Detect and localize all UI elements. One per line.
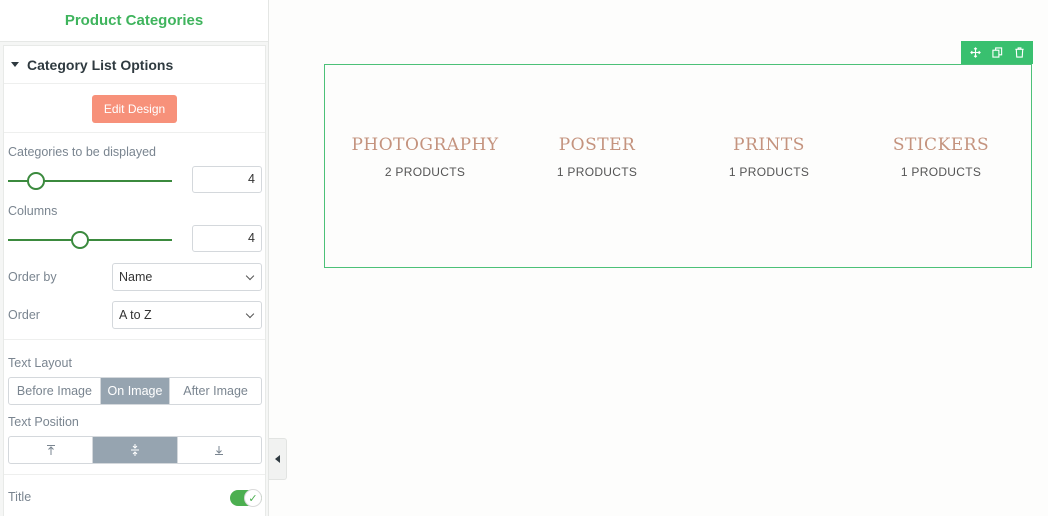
text-layout-before-image[interactable]: Before Image — [9, 378, 101, 404]
caret-left-icon — [275, 455, 280, 463]
section-title: Category List Options — [27, 56, 174, 73]
category-count: 2 PRODUCTS — [384, 165, 466, 179]
check-icon: ✓ — [244, 489, 262, 507]
text-layout-after-image[interactable]: After Image — [170, 378, 261, 404]
title-toggle-label: Title — [8, 490, 32, 504]
order-by-select[interactable]: Name — [112, 263, 262, 291]
top-align-icon — [46, 445, 55, 455]
text-layout-on-image[interactable]: On Image — [100, 378, 171, 404]
category-title: PRINTS — [733, 135, 805, 155]
category-item-prints[interactable]: PRINTS 1 PRODUCTS — [683, 135, 855, 179]
edit-design-button[interactable]: Edit Design — [92, 95, 177, 123]
chevron-down-icon — [245, 271, 255, 281]
columns-number-input[interactable]: 4 — [192, 225, 262, 252]
delete-button[interactable] — [1010, 44, 1028, 62]
categories-label: Categories to be displayed — [8, 145, 157, 159]
categories-number-input[interactable]: 4 — [192, 166, 262, 193]
text-position-bottom[interactable] — [178, 437, 261, 463]
category-title: STICKERS — [892, 135, 990, 155]
columns-slider-track[interactable] — [8, 239, 172, 241]
text-layout-control: Before Image On Image After Image — [8, 377, 262, 405]
order-label: Order — [8, 308, 40, 322]
text-position-top[interactable] — [9, 437, 94, 463]
text-layout-label: Text Layout — [8, 356, 72, 370]
category-item-poster[interactable]: POSTER 1 PRODUCTS — [511, 135, 683, 179]
chevron-down-icon — [245, 309, 255, 319]
text-position-control — [8, 436, 262, 464]
collapse-sidebar-button[interactable] — [269, 438, 287, 480]
divider — [4, 132, 265, 133]
widget-toolbar — [961, 41, 1033, 64]
divider — [4, 339, 265, 340]
order-by-value: Name — [119, 270, 153, 284]
order-value: A to Z — [119, 308, 152, 322]
category-count: 1 PRODUCTS — [556, 165, 638, 179]
category-title: PHOTOGRAPHY — [351, 135, 499, 155]
duplicate-icon — [991, 47, 1002, 58]
move-button[interactable] — [966, 44, 984, 62]
product-categories-widget[interactable]: PHOTOGRAPHY 2 PRODUCTS POSTER 1 PRODUCTS… — [324, 64, 1032, 268]
columns-slider-handle[interactable] — [71, 231, 90, 249]
columns-label: Columns — [8, 204, 58, 218]
text-position-middle[interactable] — [93, 437, 178, 463]
order-by-label: Order by — [8, 270, 57, 284]
category-count: 1 PRODUCTS — [900, 165, 982, 179]
category-count: 1 PRODUCTS — [728, 165, 810, 179]
delete-icon — [1014, 47, 1024, 58]
title-toggle[interactable]: ✓ — [230, 489, 262, 507]
bottom-align-icon — [215, 446, 224, 455]
duplicate-button[interactable] — [988, 44, 1006, 62]
categories-slider-handle[interactable] — [26, 172, 45, 190]
middle-align-icon — [130, 444, 139, 456]
settings-sidebar: Product Categories Category List Options… — [0, 0, 269, 516]
category-item-stickers[interactable]: STICKERS 1 PRODUCTS — [855, 135, 1027, 179]
order-select[interactable]: A to Z — [112, 301, 262, 329]
text-position-label: Text Position — [8, 415, 79, 429]
category-title: POSTER — [558, 135, 636, 155]
category-item-photography[interactable]: PHOTOGRAPHY 2 PRODUCTS — [339, 135, 511, 179]
sidebar-title: Product Categories — [0, 0, 268, 42]
caret-down-icon — [11, 62, 19, 67]
divider — [4, 474, 265, 475]
category-list-options-toggle[interactable]: Category List Options — [4, 46, 265, 84]
options-panel: Category List Options Edit Design Catego… — [3, 45, 266, 516]
move-icon — [969, 47, 981, 58]
